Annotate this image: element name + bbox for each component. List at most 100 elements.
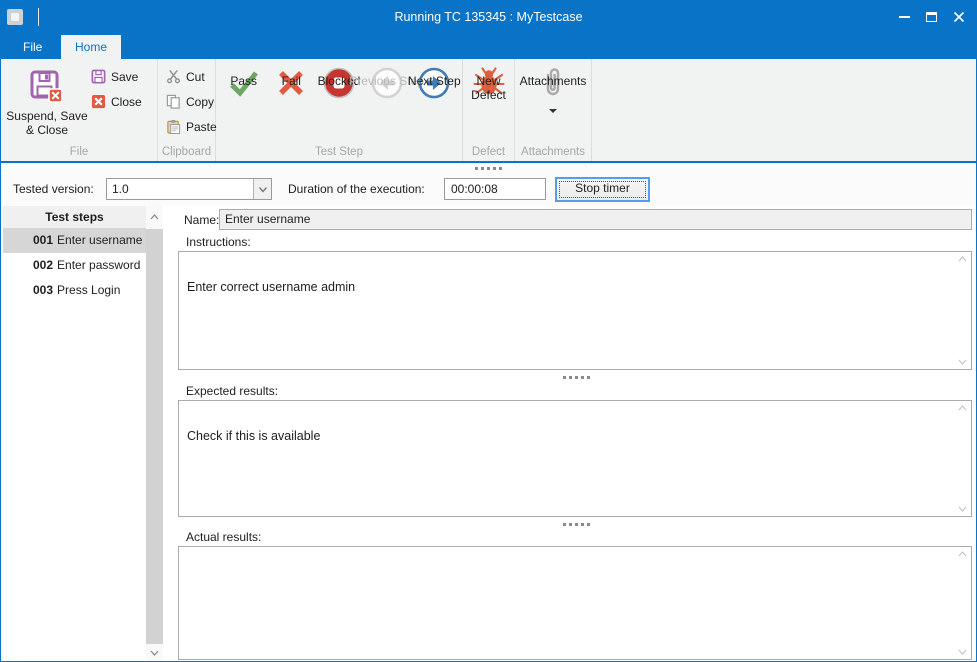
cut-button[interactable]: Cut [166,67,217,86]
chevron-up-icon [958,405,967,411]
attachments-button[interactable]: Attachments [533,63,573,113]
file-group-label: File [1,146,157,158]
splitter-dots [563,523,590,526]
content-area: Test steps 001 Enter username 002 Enter pa… [1,206,976,662]
pass-button[interactable]: Pass [224,63,264,103]
horizontal-splitter-instructions[interactable] [176,372,976,382]
step-label: Enter password [57,258,140,272]
attachments-dropdown-icon [549,109,557,113]
test-steps-scrollbar[interactable] [146,206,163,662]
expected-results-text: Check if this is available [179,401,971,447]
ribbon-group-clipboard: Cut Copy [158,59,216,161]
step-number: 001 [33,233,53,247]
name-label: Name: [184,213,219,227]
tab-file[interactable]: File [9,35,56,59]
duration-input[interactable]: 00:00:08 [444,178,546,200]
fail-button[interactable]: Fail [271,63,311,103]
step-number: 003 [33,283,53,297]
execution-toolbar: Tested version: 1.0 Duration of the exec… [1,173,976,206]
instructions-text: Enter correct username admin [179,252,971,298]
close-file-button[interactable]: Close [91,92,142,111]
expected-results-field[interactable]: Check if this is available [178,400,972,517]
chevron-down-icon [958,649,967,655]
tested-version-combobox[interactable]: 1.0 [106,178,272,200]
combobox-dropdown-button[interactable] [253,179,271,199]
tested-version-value: 1.0 [107,179,253,199]
actual-results-field[interactable] [178,546,972,660]
ribbon: Suspend, Save & Close Save [1,59,976,163]
chevron-up-icon [958,551,967,557]
suspend-save-close-label: Suspend, Save & Close [4,109,90,138]
minimize-icon [899,16,910,18]
app-window: Running TC 135345 : MyTestcase File Home [0,0,977,662]
suspend-save-close-icon [29,67,65,107]
chevron-down-icon [258,186,268,193]
stop-timer-button[interactable]: Stop timer [555,177,650,202]
ribbon-group-file: Suspend, Save & Close Save [1,59,158,161]
scrollbar-thumb[interactable] [146,229,163,644]
ribbon-group-defect: New Defect Defect [463,59,515,161]
paste-label: Paste [186,120,217,134]
step-number: 002 [33,258,53,272]
actual-results-label: Actual results: [186,530,261,544]
test-step-item-3[interactable]: 003 Press Login [3,278,146,303]
new-defect-label: New Defect [463,74,514,103]
cut-scissors-icon [166,69,181,84]
suspend-save-close-button[interactable]: Suspend, Save & Close [4,63,90,155]
save-button[interactable]: Save [91,67,142,86]
splitter-dots [563,376,590,379]
fail-label: Fail [282,74,301,88]
name-field[interactable]: Enter username [219,209,972,230]
test-step-group-label: Test Step [216,146,462,158]
chevron-up-icon [958,256,967,262]
copy-pages-icon [166,94,181,109]
instructions-label: Instructions: [186,235,251,249]
step-label: Enter username [57,233,142,247]
copy-button[interactable]: Copy [166,92,217,111]
close-file-icon [91,94,106,109]
titlebar: Running TC 135345 : MyTestcase [1,1,976,33]
defect-group-label: Defect [463,146,514,158]
close-icon [953,11,965,23]
save-label: Save [111,70,138,84]
clipboard-group-label: Clipboard [158,146,215,158]
attachments-group-label: Attachments [515,146,591,158]
ribbon-group-attachments: Attachments Attachments [515,59,592,161]
actual-results-text [179,547,971,579]
next-step-label: Next Step [408,74,461,88]
expected-results-label: Expected results: [186,384,278,398]
paste-button[interactable]: Paste [166,117,217,136]
save-icon [91,69,106,84]
step-detail-form: Name: Enter username Instructions: Enter… [176,206,976,662]
horizontal-splitter-expected[interactable] [176,519,976,529]
scroll-up-button[interactable] [146,208,163,225]
window-title: Running TC 135345 : MyTestcase [1,1,976,33]
close-button[interactable] [945,1,972,33]
pass-label: Pass [230,74,257,88]
maximize-button[interactable] [918,1,945,33]
chevron-down-icon [150,650,159,656]
horizontal-splitter-top[interactable] [1,163,976,173]
attachments-label: Attachments [520,74,587,88]
test-step-item-2[interactable]: 002 Enter password [3,253,146,278]
tab-home[interactable]: Home [61,35,121,59]
instructions-field[interactable]: Enter correct username admin [178,251,972,370]
test-steps-panel: Test steps 001 Enter username 002 Enter pa… [3,206,146,662]
chevron-up-icon [150,214,159,220]
splitter-dots [475,167,502,170]
ribbon-tab-row: File Home [1,33,976,59]
paste-clipboard-icon [166,119,181,134]
close-file-label: Close [111,95,142,109]
scroll-down-button[interactable] [146,644,163,661]
test-steps-header: Test steps [3,206,146,228]
test-step-item-1[interactable]: 001 Enter username [3,228,146,253]
minimize-button[interactable] [891,1,918,33]
chevron-down-icon [958,359,967,365]
duration-label: Duration of the execution: [288,182,425,196]
copy-label: Copy [186,95,214,109]
previous-step-button[interactable]: Previous Step [367,63,407,103]
cut-label: Cut [186,70,205,84]
step-label: Press Login [57,283,120,297]
new-defect-button[interactable]: New Defect [469,63,509,103]
next-step-button[interactable]: Next Step [414,63,454,103]
